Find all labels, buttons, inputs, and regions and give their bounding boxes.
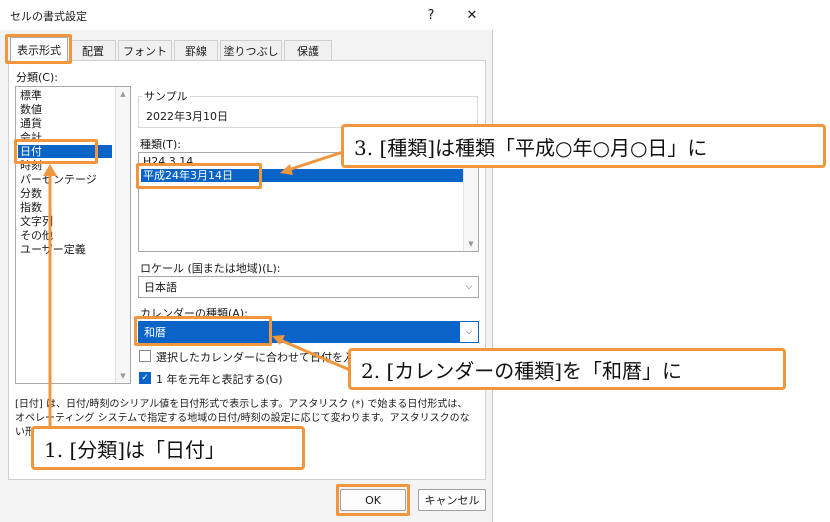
- list-item[interactable]: 標準: [18, 89, 42, 102]
- list-item[interactable]: 通貨: [18, 117, 42, 130]
- title-bar: セルの書式設定 ? ✕: [0, 0, 493, 30]
- scroll-down-icon[interactable]: ▼: [464, 240, 478, 248]
- locale-dropdown[interactable]: 日本語 ⌵: [138, 276, 479, 298]
- callout-step2: 2. [カレンダーの種類]を「和暦」に: [348, 348, 786, 390]
- checkmark-icon: ✓: [141, 373, 149, 383]
- highlight-calendar: [134, 316, 272, 346]
- tab-font[interactable]: フォント: [118, 40, 172, 60]
- sample-label: サンプル: [142, 88, 190, 104]
- callout-step1: 1. [分類]は「日付」: [31, 426, 305, 470]
- gannen-label: 1 年を元年と表記する(G): [156, 373, 283, 386]
- highlight-category: [14, 139, 98, 164]
- tab-protection[interactable]: 保護: [284, 40, 332, 60]
- callout-step3: 3. [種類]は種類「平成○年○月○日」に: [341, 124, 826, 168]
- help-icon[interactable]: ?: [418, 4, 444, 26]
- dialog-title: セルの書式設定: [10, 10, 87, 23]
- locale-value: 日本語: [144, 281, 177, 294]
- locale-label: ロケール (国または地域)(L):: [140, 262, 281, 275]
- chevron-down-icon[interactable]: ⌵: [460, 322, 478, 342]
- scroll-down-icon[interactable]: ▼: [116, 372, 130, 380]
- category-scrollbar[interactable]: ▲ ▼: [115, 87, 130, 383]
- highlight-ok: [336, 484, 410, 516]
- list-item[interactable]: パーセンテージ: [18, 173, 97, 186]
- category-label: 分類(C):: [16, 71, 58, 84]
- highlight-type: [136, 163, 262, 189]
- category-list[interactable]: 標準 数値 通貨 会計 日付 時刻 パーセンテージ 分数 指数 文字列 その他 …: [15, 86, 131, 384]
- match-calendar-checkbox[interactable]: [139, 350, 151, 362]
- tab-alignment[interactable]: 配置: [70, 40, 116, 60]
- scroll-up-icon[interactable]: ▲: [116, 90, 130, 98]
- list-item[interactable]: その他: [18, 229, 53, 242]
- tab-number-format[interactable]: 表示形式: [10, 37, 68, 61]
- type-label: 種類(T):: [140, 138, 182, 151]
- list-item[interactable]: 分数: [18, 187, 42, 200]
- close-icon[interactable]: ✕: [459, 4, 485, 26]
- cancel-button[interactable]: キャンセル: [418, 489, 486, 511]
- tab-border[interactable]: 罫線: [174, 40, 218, 60]
- list-item[interactable]: 数値: [18, 103, 42, 116]
- chevron-down-icon[interactable]: ⌵: [460, 277, 478, 297]
- gannen-checkbox[interactable]: ✓: [139, 372, 151, 384]
- list-item[interactable]: 文字列: [18, 215, 53, 228]
- list-item[interactable]: 指数: [18, 201, 42, 214]
- list-item[interactable]: ユーザー定義: [18, 243, 86, 256]
- tab-fill[interactable]: 塗りつぶし: [220, 40, 282, 60]
- sample-value: 2022年3月10日: [146, 110, 228, 123]
